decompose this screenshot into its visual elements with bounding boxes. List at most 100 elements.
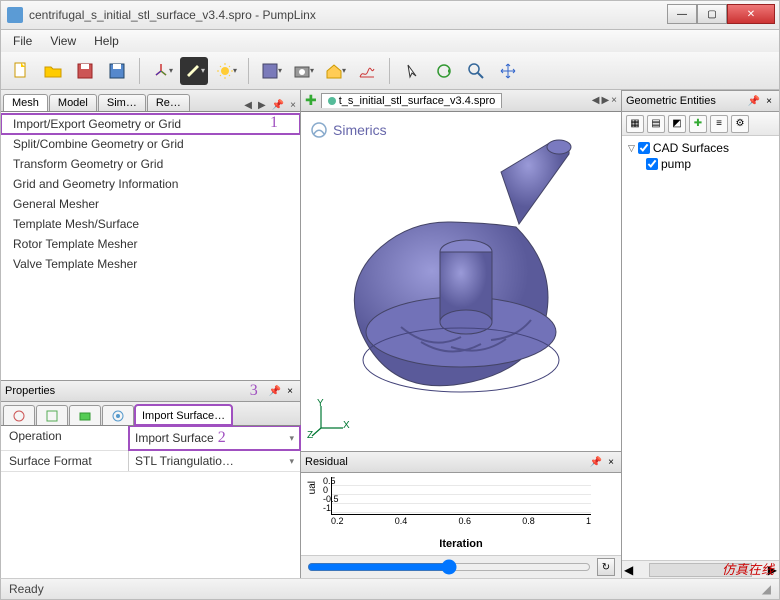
- status-text: Ready: [9, 582, 44, 596]
- tree-child-pump[interactable]: pump: [628, 156, 773, 172]
- tabs-prev-icon[interactable]: ◀: [242, 100, 254, 111]
- minimize-button[interactable]: —: [667, 4, 697, 24]
- add-tab-icon[interactable]: ✚: [305, 92, 317, 109]
- menu-file[interactable]: File: [5, 32, 40, 50]
- window-title: centrifugal_s_initial_stl_surface_v3.4.s…: [29, 8, 667, 22]
- statusbar: Ready ◢: [0, 578, 780, 600]
- residual-title: Residual: [305, 456, 348, 468]
- rotate-button[interactable]: [430, 57, 458, 85]
- open-file-button[interactable]: [39, 57, 67, 85]
- op-grid-info[interactable]: Grid and Geometry Information: [1, 174, 300, 194]
- resize-grip-icon[interactable]: ◢: [762, 582, 771, 596]
- vp-prev-icon[interactable]: ◀: [592, 95, 600, 106]
- annotation-2: 2: [218, 429, 226, 447]
- menubar: File View Help: [0, 30, 780, 52]
- tree-child-checkbox[interactable]: [646, 158, 658, 170]
- snapshot-button[interactable]: ▾: [289, 57, 317, 85]
- pan-button[interactable]: [494, 57, 522, 85]
- geo-btn-5[interactable]: ≡: [710, 115, 728, 133]
- tabs-close-icon[interactable]: ×: [288, 100, 298, 111]
- maximize-button[interactable]: ▢: [697, 4, 727, 24]
- residual-pin-icon[interactable]: 📌: [587, 457, 605, 468]
- menu-help[interactable]: Help: [86, 32, 127, 50]
- expand-icon[interactable]: ▽: [628, 143, 635, 154]
- ptab-import-surface[interactable]: Import Surface…: [135, 405, 232, 425]
- prop-val-operation: Import Surface: [135, 431, 214, 445]
- op-split-combine[interactable]: Split/Combine Geometry or Grid: [1, 134, 300, 154]
- geo-tree: ▽ CAD Surfaces pump: [622, 136, 779, 560]
- ptab-1[interactable]: [3, 405, 35, 425]
- slider-refresh-button[interactable]: ↻: [597, 558, 615, 576]
- vp-close-icon[interactable]: ×: [611, 95, 617, 106]
- residual-plot: ual 0.50-0.5-1 0.20.40.60.81 Iteration: [301, 473, 621, 555]
- pump-model: [341, 132, 601, 412]
- annotation-3: 3: [250, 382, 258, 400]
- op-template-mesh[interactable]: Template Mesh/Surface: [1, 214, 300, 234]
- op-rotor-mesher[interactable]: Rotor Template Mesher: [1, 234, 300, 254]
- properties-close-icon[interactable]: ×: [284, 386, 296, 397]
- app-icon: [7, 7, 23, 23]
- geo-btn-2[interactable]: ▤: [647, 115, 665, 133]
- axes-button[interactable]: ▾: [148, 57, 176, 85]
- plot-button[interactable]: [353, 57, 381, 85]
- vp-next-icon[interactable]: ▶: [601, 95, 609, 106]
- save-button[interactable]: [71, 57, 99, 85]
- geo-entities-title: Geometric Entities: [626, 95, 716, 107]
- timestep-slider-row: ↻: [301, 555, 621, 578]
- prop-key-format: Surface Format: [1, 451, 129, 471]
- 3d-viewport[interactable]: Simerics 1CAE.COM: [301, 112, 621, 451]
- light-button[interactable]: ▾: [180, 57, 208, 85]
- new-file-button[interactable]: [7, 57, 35, 85]
- ptab-2[interactable]: [36, 405, 68, 425]
- viewport-tab-active[interactable]: t_s_initial_stl_surface_v3.4.spro: [321, 93, 503, 108]
- prop-key-operation: Operation: [1, 426, 129, 450]
- menu-view[interactable]: View: [42, 32, 84, 50]
- sun-button[interactable]: ▾: [212, 57, 240, 85]
- properties-tabs: Import Surface…: [1, 402, 300, 426]
- residual-xlabel: Iteration: [331, 538, 591, 550]
- tab-sim[interactable]: Sim…: [98, 94, 146, 111]
- op-import-export[interactable]: Import/Export Geometry or Grid: [1, 114, 300, 134]
- residual-header: Residual 📌 ×: [301, 451, 621, 473]
- pointer-button[interactable]: [398, 57, 426, 85]
- tree-child-label: pump: [661, 157, 691, 171]
- geo-btn-1[interactable]: ▦: [626, 115, 644, 133]
- prop-val-format: STL Triangulatio…: [135, 454, 234, 468]
- render-mode-button[interactable]: ▾: [257, 57, 285, 85]
- zoom-button[interactable]: [462, 57, 490, 85]
- tabs-next-icon[interactable]: ▶: [256, 100, 268, 111]
- prop-row-operation[interactable]: Operation Import Surface 2 ▾: [1, 426, 300, 451]
- geo-btn-6[interactable]: ⚙: [731, 115, 749, 133]
- close-button[interactable]: ✕: [727, 4, 775, 24]
- op-transform[interactable]: Transform Geometry or Grid: [1, 154, 300, 174]
- geo-add-button[interactable]: ✚: [689, 115, 707, 133]
- dropdown-icon[interactable]: ▾: [289, 433, 294, 444]
- tree-root[interactable]: ▽ CAD Surfaces: [628, 140, 773, 156]
- ptab-3[interactable]: [69, 405, 101, 425]
- home-button[interactable]: ▾: [321, 57, 349, 85]
- annotation-1: 1: [270, 114, 278, 132]
- residual-close-icon[interactable]: ×: [605, 457, 617, 468]
- properties-pin-icon[interactable]: 📌: [266, 386, 284, 397]
- ptab-4[interactable]: [102, 405, 134, 425]
- op-general-mesher[interactable]: General Mesher: [1, 194, 300, 214]
- geo-btn-3[interactable]: ◩: [668, 115, 686, 133]
- op-valve-mesher[interactable]: Valve Template Mesher: [1, 254, 300, 274]
- properties-header: Properties 3 📌 ×: [1, 380, 300, 402]
- tree-root-label: CAD Surfaces: [653, 141, 729, 155]
- geo-toolbar: ▦ ▤ ◩ ✚ ≡ ⚙: [622, 112, 779, 136]
- tabs-pin-icon[interactable]: 📌: [270, 100, 286, 111]
- geo-close-icon[interactable]: ×: [763, 96, 775, 107]
- prop-row-format[interactable]: Surface Format STL Triangulatio… ▾: [1, 451, 300, 472]
- mesh-operation-list: Import/Export Geometry or Grid Split/Com…: [1, 112, 300, 380]
- titlebar: centrifugal_s_initial_stl_surface_v3.4.s…: [0, 0, 780, 30]
- tab-re[interactable]: Re…: [147, 94, 190, 111]
- dropdown-icon[interactable]: ▾: [289, 456, 294, 467]
- timestep-slider[interactable]: [307, 559, 591, 575]
- tab-model[interactable]: Model: [49, 94, 97, 111]
- geo-pin-icon[interactable]: 📌: [745, 96, 763, 107]
- viewport-tabs: ✚ t_s_initial_stl_surface_v3.4.spro ◀ ▶ …: [301, 90, 621, 112]
- tree-root-checkbox[interactable]: [638, 142, 650, 154]
- save-as-button[interactable]: [103, 57, 131, 85]
- tab-mesh[interactable]: Mesh: [3, 94, 48, 111]
